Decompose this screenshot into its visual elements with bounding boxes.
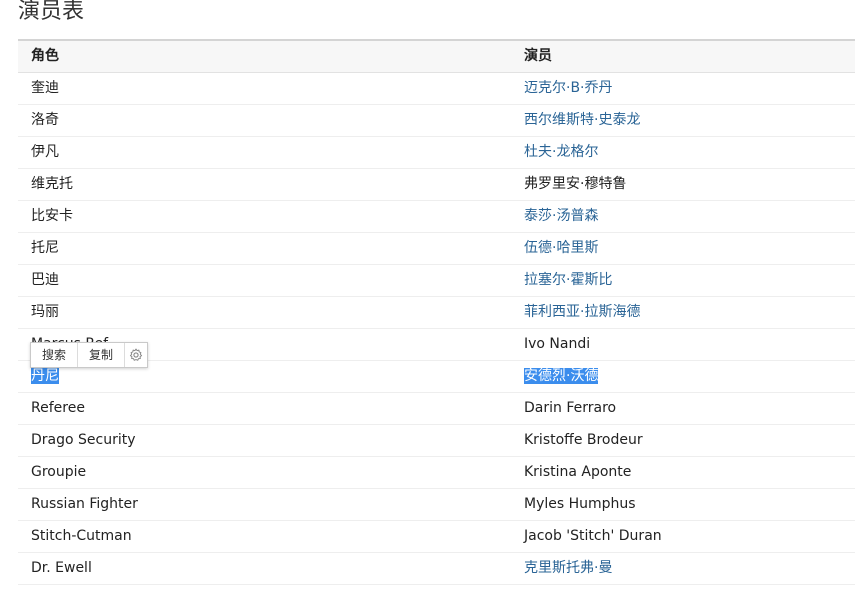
table-row: Dr. Ewell 克里斯托弗·曼 [18, 553, 855, 585]
column-header-role: 角色 [31, 48, 59, 64]
table-row: Russian Fighter Myles Humphus [18, 489, 855, 521]
role-name: 托尼 [31, 240, 59, 256]
role-name: 洛奇 [31, 112, 59, 128]
role-name: 巴迪 [31, 272, 59, 288]
table-row: Groupie Kristina Aponte [18, 457, 855, 489]
actor-name: 弗罗里安·穆特鲁 [524, 176, 627, 192]
table-row: 维克托 弗罗里安·穆特鲁 [18, 169, 855, 201]
role-name: Stitch-Cutman [31, 528, 132, 544]
role-name: 奎迪 [31, 80, 59, 96]
actor-name: Kristina Aponte [524, 464, 632, 480]
selection-context-toolbar: 搜索 复制 [30, 342, 149, 368]
actor-name: Jacob 'Stitch' Duran [524, 528, 662, 544]
table-header-row: 角色 演员 [18, 41, 855, 73]
role-name: 伊凡 [31, 144, 59, 160]
cast-page: 演员表 角色 演员 奎迪 迈克尔·B·乔丹 洛奇 西尔维斯特·史泰龙 伊凡 杜夫… [0, 0, 855, 592]
actor-link[interactable]: 伍德·哈里斯 [524, 240, 598, 256]
table-row: 托尼 伍德·哈里斯 [18, 233, 855, 265]
actor-name: Myles Humphus [524, 496, 636, 512]
table-row: Drago Security Kristoffe Brodeur [18, 425, 855, 457]
role-name: Dr. Ewell [31, 560, 92, 576]
gear-icon[interactable] [125, 343, 147, 367]
copy-button[interactable]: 复制 [78, 343, 126, 367]
actor-link[interactable]: 泰莎·汤普森 [524, 208, 598, 224]
table-row: 洛奇 西尔维斯特·史泰龙 [18, 105, 855, 137]
role-name: 维克托 [31, 176, 73, 192]
column-header-actor: 演员 [524, 48, 552, 64]
table-row: Referee Darin Ferraro [18, 393, 855, 425]
role-name: Drago Security [31, 432, 136, 448]
role-name: Referee [31, 400, 85, 416]
role-name: 比安卡 [31, 208, 73, 224]
actor-link[interactable]: 菲利西亚·拉斯海德 [524, 304, 640, 320]
cast-table: 角色 演员 奎迪 迈克尔·B·乔丹 洛奇 西尔维斯特·史泰龙 伊凡 杜夫·龙格尔… [18, 39, 855, 585]
table-row: 伊凡 杜夫·龙格尔 [18, 137, 855, 169]
role-name: Groupie [31, 464, 87, 480]
role-name: Russian Fighter [31, 496, 138, 512]
section-title: 演员表 [18, 0, 85, 24]
table-row: Stitch-Cutman Jacob 'Stitch' Duran [18, 521, 855, 553]
table-row: 比安卡 泰莎·汤普森 [18, 201, 855, 233]
role-name-selected: 丹尼 [31, 368, 59, 384]
actor-link[interactable]: 克里斯托弗·曼 [524, 560, 612, 576]
actor-name: Darin Ferraro [524, 400, 617, 416]
table-row: 玛丽 菲利西亚·拉斯海德 [18, 297, 855, 329]
actor-link[interactable]: 杜夫·龙格尔 [524, 144, 598, 160]
table-row: 奎迪 迈克尔·B·乔丹 [18, 73, 855, 105]
table-row: 巴迪 拉塞尔·霍斯比 [18, 265, 855, 297]
actor-link[interactable]: 西尔维斯特·史泰龙 [524, 112, 640, 128]
actor-name: Ivo Nandi [524, 336, 591, 352]
actor-name: Kristoffe Brodeur [524, 432, 643, 448]
actor-link-selected[interactable]: 安德烈·沃德 [524, 368, 599, 384]
search-button[interactable]: 搜索 [31, 343, 79, 367]
actor-link[interactable]: 拉塞尔·霍斯比 [524, 272, 612, 288]
actor-link[interactable]: 迈克尔·B·乔丹 [524, 80, 613, 96]
role-name: 玛丽 [31, 304, 59, 320]
